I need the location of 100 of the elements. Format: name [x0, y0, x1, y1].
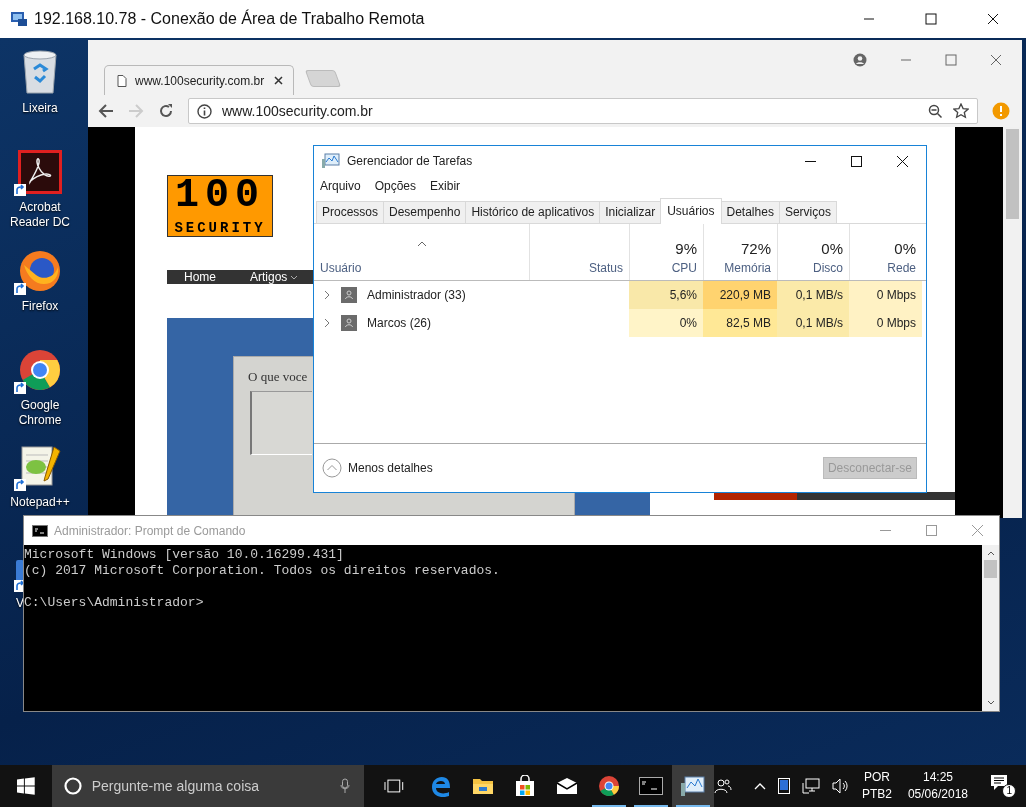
table-cell: 0,1 MB/s: [777, 281, 849, 309]
sort-caret-icon: [416, 241, 427, 247]
table-cell: 0%: [629, 309, 703, 337]
tab[interactable]: Inicializar: [599, 201, 662, 223]
scroll-thumb[interactable]: [984, 560, 997, 578]
start-icon[interactable]: [17, 777, 35, 795]
browser-tab[interactable]: www.100security.com.br: [104, 65, 294, 95]
close-icon[interactable]: [897, 155, 908, 167]
notification-icon[interactable]: [990, 774, 1008, 791]
zoom-out-icon[interactable]: [928, 103, 943, 119]
window-title: Administrador: Prompt de Comando: [54, 523, 246, 538]
table-cell: 0 Mbps: [849, 309, 922, 337]
browser-fox-icon: [18, 249, 62, 293]
desktop-shortcut[interactable]: Notepad++: [0, 441, 80, 510]
clock-date[interactable]: 05/06/2018: [907, 786, 968, 803]
chevron-up-icon[interactable]: [753, 782, 766, 790]
table-cell: 0,1 MB/s: [777, 309, 849, 337]
trash-bin-icon: [20, 49, 60, 95]
monitor-chart-icon: [322, 153, 340, 169]
scrollbar[interactable]: [982, 545, 999, 711]
console-icon: [32, 524, 48, 537]
text-area-field[interactable]: [250, 391, 312, 455]
menu-item[interactable]: Opções: [374, 179, 417, 199]
address-bar[interactable]: www.100security.com.br: [188, 98, 978, 124]
chrome-icon: [18, 348, 62, 392]
desktop-shortcut[interactable]: Firefox: [0, 243, 80, 342]
shortcut-arrow-icon: [14, 382, 26, 394]
scrollbar[interactable]: [1003, 127, 1022, 518]
user-name: Marcos (26): [367, 316, 431, 330]
close-icon[interactable]: [274, 76, 283, 85]
desktop-shortcut[interactable]: Lixeira: [0, 45, 80, 144]
search-field[interactable]: Pergunte-me alguma coisa: [51, 765, 365, 807]
envelope-icon: [555, 777, 578, 795]
shopping-bag-icon: [513, 775, 536, 797]
table-cell: 5,6%: [629, 281, 703, 309]
tab[interactable]: Serviços: [778, 201, 837, 223]
edge-icon: [429, 775, 452, 797]
fewer-details-link[interactable]: Menos detalhes: [348, 461, 817, 475]
prompt-line: C:\Users\Administrador>: [24, 595, 205, 611]
star-icon[interactable]: [953, 103, 969, 119]
table-cell: 0 Mbps: [849, 281, 922, 309]
scroll-up-icon[interactable]: [986, 550, 995, 556]
dialog-prompt: O que voce: [248, 369, 309, 385]
notification-count-badge: 1: [1002, 784, 1016, 798]
volume-icon[interactable]: [831, 778, 850, 794]
reload-icon[interactable]: [158, 103, 174, 119]
desktop-shortcut[interactable]: Acrobat Reader DC: [0, 144, 80, 243]
folder-icon: [471, 776, 494, 796]
column-header[interactable]: Disco: [813, 261, 843, 275]
console-output: (c) 2017 Microsoft Corporation. Todos os direitos reservados.: [24, 563, 501, 579]
table-cell: 82,5 MB: [703, 309, 777, 337]
tablet-icon[interactable]: [777, 778, 790, 794]
close-icon[interactable]: [987, 13, 999, 25]
desktop-shortcut[interactable]: Google Chrome: [0, 342, 80, 441]
keyboard-layout[interactable]: PTB2: [861, 786, 892, 803]
tab[interactable]: Histórico de aplicativos: [465, 201, 601, 223]
user-avatar-icon: [341, 315, 357, 331]
chrome-icon: [597, 775, 620, 797]
expand-chevron-icon[interactable]: [323, 318, 331, 328]
dropdown-caret-icon: [290, 274, 299, 280]
console-output: Microsoft Windows [versão 10.0.16299.431]: [24, 547, 345, 563]
profile-icon[interactable]: [853, 53, 867, 67]
tab[interactable]: Processos: [316, 201, 385, 223]
scroll-down-icon[interactable]: [986, 700, 995, 706]
network-icon[interactable]: [801, 778, 820, 794]
table-cell: 220,9 MB: [703, 281, 777, 309]
nav-link[interactable]: Home: [184, 270, 216, 284]
column-header[interactable]: CPU: [671, 261, 697, 275]
column-header[interactable]: Status: [536, 261, 623, 275]
tab[interactable]: Usuários: [660, 198, 722, 224]
nav-link[interactable]: Artigos: [250, 270, 299, 284]
microphone-icon[interactable]: [340, 778, 351, 794]
tab[interactable]: Detalhes: [720, 201, 780, 223]
column-header[interactable]: Memória: [724, 261, 771, 275]
column-header[interactable]: Usuário: [320, 241, 523, 275]
task-view-icon[interactable]: [384, 778, 404, 794]
menu-item[interactable]: Exibir: [430, 179, 461, 199]
usage-total: 0%: [821, 240, 843, 257]
info-icon[interactable]: [197, 103, 212, 119]
back-icon[interactable]: [98, 103, 114, 119]
maximize-icon[interactable]: [851, 155, 862, 167]
usage-total: 0%: [894, 240, 916, 257]
people-icon[interactable]: [713, 778, 732, 794]
expand-chevron-icon[interactable]: [323, 290, 331, 300]
language-indicator[interactable]: POR: [863, 769, 890, 786]
tab[interactable]: Desempenho: [383, 201, 467, 223]
taskbar-app[interactable]: [671, 765, 714, 807]
maximize-icon[interactable]: [925, 13, 937, 25]
page-icon: [117, 74, 127, 87]
menu-item[interactable]: Arquivo: [320, 179, 361, 199]
column-header[interactable]: Rede: [887, 261, 916, 275]
shortcut-arrow-icon: [14, 184, 26, 196]
shortcut-arrow-icon: [14, 479, 26, 491]
site-logo[interactable]: 100 SECURITY: [167, 175, 273, 237]
usage-total: 72%: [740, 240, 771, 257]
scroll-thumb[interactable]: [1006, 129, 1019, 219]
user-name: Administrador (33): [367, 288, 466, 302]
pdf-reader-icon: [18, 150, 62, 194]
clock-time[interactable]: 14:25: [922, 769, 953, 786]
monitor-chart-icon: [680, 775, 705, 797]
